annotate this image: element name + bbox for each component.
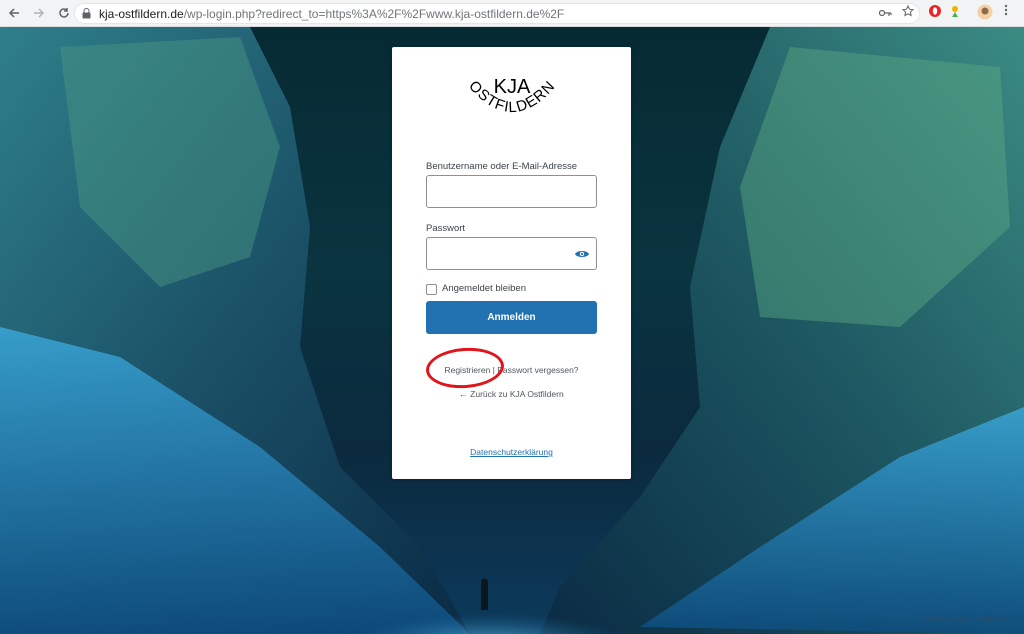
kja-logo: KJA OSTFILDERN <box>452 61 572 131</box>
reload-icon[interactable] <box>53 2 75 24</box>
key-icon[interactable] <box>878 6 892 20</box>
profile-avatar[interactable] <box>977 4 993 20</box>
extension-icon[interactable] <box>949 4 963 18</box>
forward-icon[interactable] <box>28 2 50 24</box>
lock-icon <box>82 8 92 19</box>
password-label: Passwort <box>426 223 466 234</box>
powered-by-text: Powered by LoginPress <box>925 615 1011 624</box>
login-button[interactable]: Anmelden <box>426 301 597 334</box>
eye-icon[interactable] <box>574 247 590 261</box>
back-icon[interactable] <box>3 2 25 24</box>
url-path: /wp-login.php?redirect_to=https%3A%2F%2F… <box>183 6 565 21</box>
opera-extension-icon[interactable] <box>928 4 942 18</box>
lost-password-link[interactable]: Passwort vergessen? <box>497 365 578 375</box>
menu-icon[interactable] <box>1004 4 1008 16</box>
privacy-policy-link[interactable]: Datenschutzerklärung <box>392 447 631 457</box>
back-to-site-link[interactable]: ← Zurück zu KJA Ostfildern <box>392 389 631 399</box>
remember-label: Angemeldet bleiben <box>442 283 526 294</box>
browser-toolbar: kja-ostfildern.de/wp-login.php?redirect_… <box>0 0 1024 27</box>
url-host: kja-ostfildern.de <box>99 6 184 21</box>
remember-checkbox[interactable] <box>426 284 437 295</box>
password-input[interactable] <box>426 237 597 270</box>
logo-top-text: KJA <box>494 76 531 98</box>
login-card: KJA OSTFILDERN Benutzername oder E-Mail-… <box>392 47 631 479</box>
username-label: Benutzername oder E-Mail-Adresse <box>426 161 578 172</box>
star-icon[interactable] <box>901 4 915 20</box>
username-input[interactable] <box>426 175 597 208</box>
address-bar[interactable]: kja-ostfildern.de/wp-login.php?redirect_… <box>74 3 920 24</box>
